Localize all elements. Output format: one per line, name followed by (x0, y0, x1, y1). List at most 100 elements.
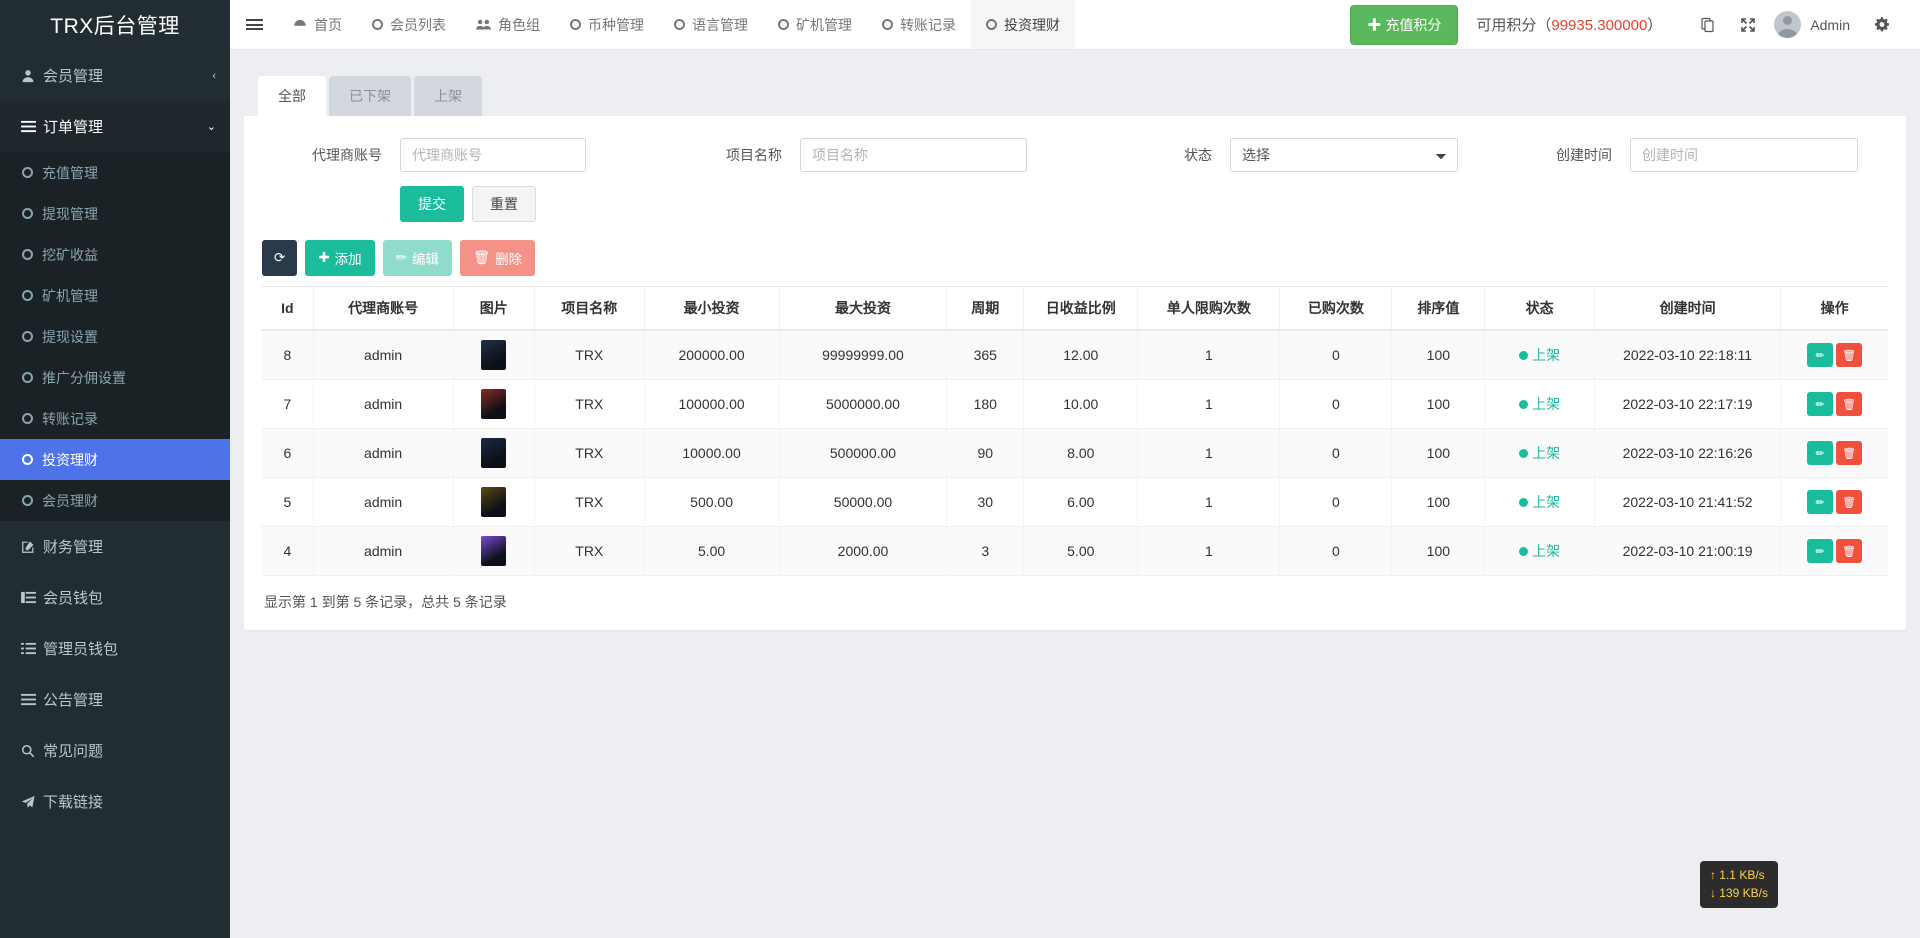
refresh-button[interactable]: ⟳ (262, 240, 297, 276)
row-delete-button[interactable]: 🗑 (1836, 392, 1862, 416)
submit-button[interactable]: 提交 (400, 186, 464, 222)
project-thumbnail[interactable] (481, 487, 506, 517)
top-nav-item-4[interactable]: 语言管理 (659, 0, 763, 49)
filter-created-label: 创建时间 (1502, 145, 1612, 165)
status-badge: 上架 (1519, 492, 1560, 512)
sidebar-item-1-5[interactable]: 推广分佣设置 (0, 357, 230, 398)
sidebar-group-7[interactable]: 下载链接 (0, 776, 230, 827)
edit-button[interactable]: ✏ 编辑 (383, 240, 452, 276)
cell-周期: 365 (947, 330, 1024, 380)
tab-0[interactable]: 全部 (258, 76, 326, 116)
row-edit-button[interactable]: ✏ (1807, 343, 1833, 367)
cell-操作: ✏🗑 (1781, 429, 1888, 478)
row-delete-button[interactable]: 🗑 (1836, 441, 1862, 465)
top-nav-item-3[interactable]: 币种管理 (555, 0, 659, 49)
table-row[interactable]: 4adminTRX5.002000.0035.0010100上架2022-03-… (262, 527, 1888, 576)
sidebar-group-5[interactable]: 公告管理 (0, 674, 230, 725)
paper-plane-icon (21, 795, 43, 809)
top-nav-item-label: 转账记录 (900, 15, 956, 35)
top-nav-item-5[interactable]: 矿机管理 (763, 0, 867, 49)
content-area: 全部已下架上架 代理商账号 项目名称 状态 选择已下架上架 (230, 50, 1920, 938)
top-nav-item-7[interactable]: 投资理财 (971, 0, 1075, 49)
row-delete-button[interactable]: 🗑 (1836, 539, 1862, 563)
sidebar-item-1-8[interactable]: 会员理财 (0, 480, 230, 521)
row-edit-button[interactable]: ✏ (1807, 392, 1833, 416)
sidebar-group-3[interactable]: 会员钱包 (0, 572, 230, 623)
top-nav-item-label: 会员列表 (390, 15, 446, 35)
sidebar-group-2[interactable]: 财务管理 (0, 521, 230, 572)
row-delete-button[interactable]: 🗑 (1836, 490, 1862, 514)
table-row[interactable]: 7adminTRX100000.005000000.0018010.001010… (262, 380, 1888, 429)
top-nav-item-label: 币种管理 (588, 15, 644, 35)
wallet-list-icon (21, 591, 43, 604)
project-thumbnail[interactable] (481, 536, 506, 566)
sidebar-item-1-4[interactable]: 提现设置 (0, 316, 230, 357)
fullscreen-icon[interactable] (1728, 0, 1768, 50)
filter-project-label: 项目名称 (672, 145, 782, 165)
sidebar-group-6[interactable]: 常见问题 (0, 725, 230, 776)
sidebar: TRX后台管理 会员管理‹订单管理⌄充值管理提现管理挖矿收益矿机管理提现设置推广… (0, 0, 230, 938)
project-thumbnail[interactable] (481, 340, 506, 370)
sidebar-item-1-2[interactable]: 挖矿收益 (0, 234, 230, 275)
row-edit-button[interactable]: ✏ (1807, 490, 1833, 514)
reset-button[interactable]: 重置 (472, 186, 536, 222)
table-row[interactable]: 8adminTRX200000.0099999999.0036512.00101… (262, 330, 1888, 380)
sidebar-item-1-3[interactable]: 矿机管理 (0, 275, 230, 316)
cell-单人限购次数: 1 (1138, 380, 1280, 429)
add-button[interactable]: ✚ 添加 (305, 240, 374, 276)
recharge-points-label: 充值积分 (1385, 15, 1441, 35)
recharge-points-button[interactable]: ✚ 充值积分 (1350, 5, 1458, 45)
top-nav-item-6[interactable]: 转账记录 (867, 0, 971, 49)
cell-单人限购次数: 1 (1138, 330, 1280, 380)
network-meter: ↑ 1.1 KB/s ↓ 139 KB/s (1700, 861, 1778, 908)
cell-创建时间: 2022-03-10 21:41:52 (1594, 478, 1780, 527)
project-thumbnail[interactable] (481, 389, 506, 419)
copy-icon[interactable] (1688, 0, 1728, 50)
panel-body: 代理商账号 项目名称 状态 选择已下架上架 创建时间 (244, 116, 1906, 616)
cell-代理商账号: admin (313, 429, 453, 478)
sidebar-group-4[interactable]: 管理员钱包 (0, 623, 230, 674)
project-thumbnail[interactable] (481, 438, 506, 468)
gear-icon[interactable] (1862, 0, 1902, 50)
hamburger-icon[interactable] (230, 0, 278, 49)
row-edit-button[interactable]: ✏ (1807, 539, 1833, 563)
user-menu[interactable]: Admin (1768, 11, 1862, 38)
tab-2[interactable]: 上架 (414, 76, 482, 116)
delete-button[interactable]: 🗑 删除 (460, 240, 535, 276)
top-nav-item-0[interactable]: 首页 (278, 0, 357, 49)
search-icon (21, 744, 43, 758)
status-badge: 上架 (1519, 345, 1560, 365)
sidebar-group-0[interactable]: 会员管理‹ (0, 50, 230, 101)
sidebar-item-1-7[interactable]: 投资理财 (0, 439, 230, 480)
sidebar-item-1-0[interactable]: 充值管理 (0, 152, 230, 193)
filter-agent-input[interactable] (400, 138, 586, 172)
row-edit-button[interactable]: ✏ (1807, 441, 1833, 465)
chevron-icon: ‹ (212, 70, 216, 82)
table-row[interactable]: 5adminTRX500.0050000.00306.0010100上架2022… (262, 478, 1888, 527)
filter-status-label: 状态 (1092, 145, 1212, 165)
cell-排序值: 100 (1392, 429, 1485, 478)
filter-agent-group: 代理商账号 (262, 138, 672, 172)
row-actions: ✏🗑 (1807, 392, 1862, 416)
column-header-11: 状态 (1485, 287, 1594, 331)
cell-排序值: 100 (1392, 330, 1485, 380)
tab-1[interactable]: 已下架 (329, 76, 411, 116)
filter-project-input[interactable] (800, 138, 1027, 172)
sidebar-group-1[interactable]: 订单管理⌄ (0, 101, 230, 152)
sidebar-item-1-6[interactable]: 转账记录 (0, 398, 230, 439)
column-header-12: 创建时间 (1594, 287, 1780, 331)
cell-日收益比例: 5.00 (1024, 527, 1138, 576)
top-nav-item-label: 角色组 (498, 15, 540, 35)
row-delete-button[interactable]: 🗑 (1836, 343, 1862, 367)
filter-status-select[interactable]: 选择已下架上架 (1230, 138, 1458, 172)
filter-agent-label: 代理商账号 (262, 145, 382, 165)
top-nav-item-1[interactable]: 会员列表 (357, 0, 461, 49)
table-row[interactable]: 6adminTRX10000.00500000.00908.0010100上架2… (262, 429, 1888, 478)
filter-created-input[interactable] (1630, 138, 1858, 172)
sidebar-submenu: 充值管理提现管理挖矿收益矿机管理提现设置推广分佣设置转账记录投资理财会员理财 (0, 152, 230, 521)
top-nav-item-2[interactable]: 角色组 (461, 0, 555, 49)
circle-icon (882, 19, 893, 30)
cell-周期: 30 (947, 478, 1024, 527)
cell-最大投资: 50000.00 (779, 478, 947, 527)
sidebar-item-1-1[interactable]: 提现管理 (0, 193, 230, 234)
